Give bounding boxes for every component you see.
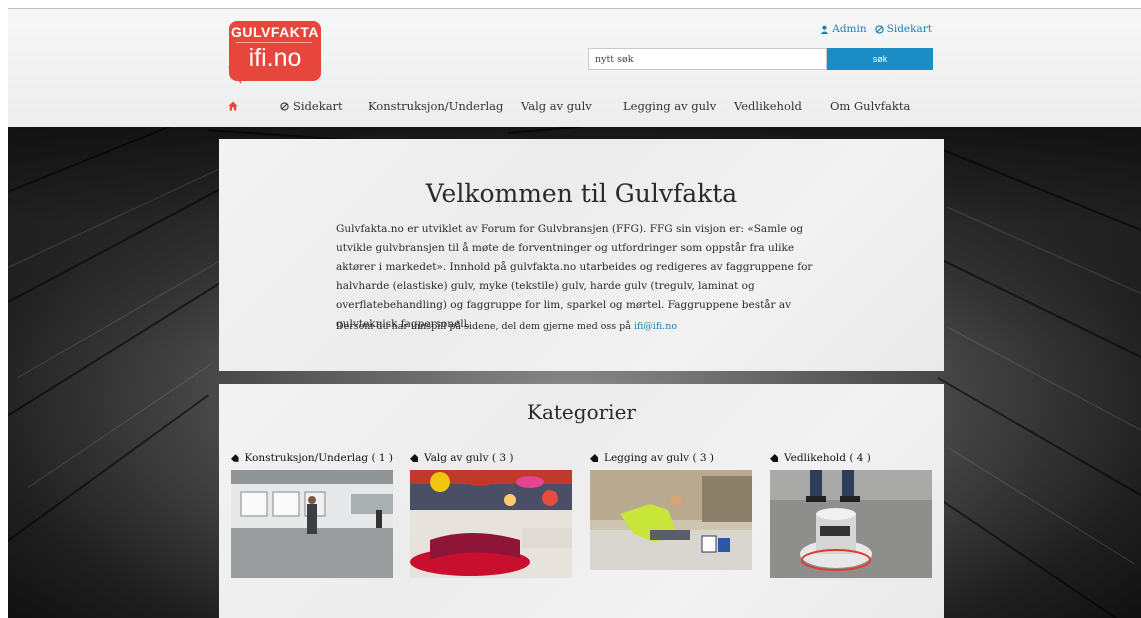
- nav-sidekart-label: Sidekart: [293, 99, 343, 113]
- sitemap-icon: [280, 101, 289, 111]
- contact-line: Dersom du har innspill på sidene, del de…: [336, 321, 677, 332]
- nav-sidekart[interactable]: Sidekart: [280, 99, 368, 113]
- tag-icon: [770, 454, 778, 462]
- nav-vedlikehold[interactable]: Vedlikehold: [734, 99, 830, 113]
- nav-valg-av-gulv[interactable]: Valg av gulv: [521, 99, 623, 113]
- search-input[interactable]: [588, 48, 827, 70]
- welcome-panel: Velkommen til Gulvfakta Gulvfakta.no er …: [219, 139, 944, 371]
- admin-link[interactable]: Admin: [820, 23, 867, 35]
- tag-icon: [231, 454, 239, 462]
- category-label: Vedlikehold ( 4 ): [784, 452, 871, 464]
- home-icon: [228, 101, 238, 111]
- category-card-valg-av-gulv[interactable]: Valg av gulv ( 3 ): [410, 452, 572, 578]
- contact-text: Dersom du har innspill på sidene, del de…: [336, 321, 634, 332]
- nav-home[interactable]: [228, 101, 280, 111]
- contact-email-link[interactable]: ifi@ifi.no: [634, 321, 677, 332]
- category-caption: Legging av gulv ( 3 ): [590, 452, 752, 464]
- category-caption: Konstruksjon/Underlag ( 1 ): [231, 452, 393, 464]
- category-label: Legging av gulv ( 3 ): [604, 452, 714, 464]
- sidekart-link-label: Sidekart: [886, 23, 932, 35]
- category-label: Valg av gulv ( 3 ): [424, 452, 514, 464]
- top-links: Admin Sidekart: [820, 23, 932, 35]
- admin-link-label: Admin: [832, 23, 867, 35]
- welcome-title: Velkommen til Gulvfakta: [425, 179, 738, 208]
- category-caption: Valg av gulv ( 3 ): [410, 452, 572, 464]
- category-card-legging-av-gulv[interactable]: Legging av gulv ( 3 ): [590, 452, 752, 578]
- category-photo-construction-site[interactable]: [231, 470, 393, 578]
- nav-konstruksjon[interactable]: Konstruksjon/Underlag: [368, 99, 521, 113]
- category-caption: Vedlikehold ( 4 ): [770, 452, 932, 464]
- tag-icon: [410, 454, 418, 462]
- categories-panel: Kategorier Konstruksjon/Underlag ( 1 ) V…: [219, 384, 944, 618]
- logo-line2: ifi.no: [248, 44, 302, 72]
- logo-line1: GULVFAKTA: [231, 24, 319, 40]
- tag-icon: [590, 454, 598, 462]
- category-photo-floor-scrubber[interactable]: [770, 470, 932, 578]
- gulvfakta-logo[interactable]: GULVFAKTA ifi.no: [222, 15, 322, 84]
- sidekart-link[interactable]: Sidekart: [874, 23, 932, 35]
- category-photo-floor-laying[interactable]: [590, 470, 752, 578]
- user-icon: [820, 25, 829, 34]
- categories-title: Kategorier: [527, 400, 636, 424]
- sitemap-icon: [874, 24, 884, 34]
- category-card-vedlikehold[interactable]: Vedlikehold ( 4 ): [770, 452, 932, 578]
- welcome-body: Gulvfakta.no er utviklet av Forum for Gu…: [336, 223, 813, 330]
- nav-legging-av-gulv[interactable]: Legging av gulv: [623, 99, 734, 113]
- category-label: Konstruksjon/Underlag ( 1 ): [244, 452, 393, 464]
- main-nav: Sidekart Konstruksjon/Underlag Valg av g…: [228, 97, 910, 115]
- category-card-konstruksjon[interactable]: Konstruksjon/Underlag ( 1 ): [231, 452, 393, 578]
- search-button[interactable]: søk: [827, 48, 933, 70]
- nav-om-gulvfakta[interactable]: Om Gulvfakta: [830, 99, 910, 113]
- category-photo-lounge[interactable]: [410, 470, 572, 578]
